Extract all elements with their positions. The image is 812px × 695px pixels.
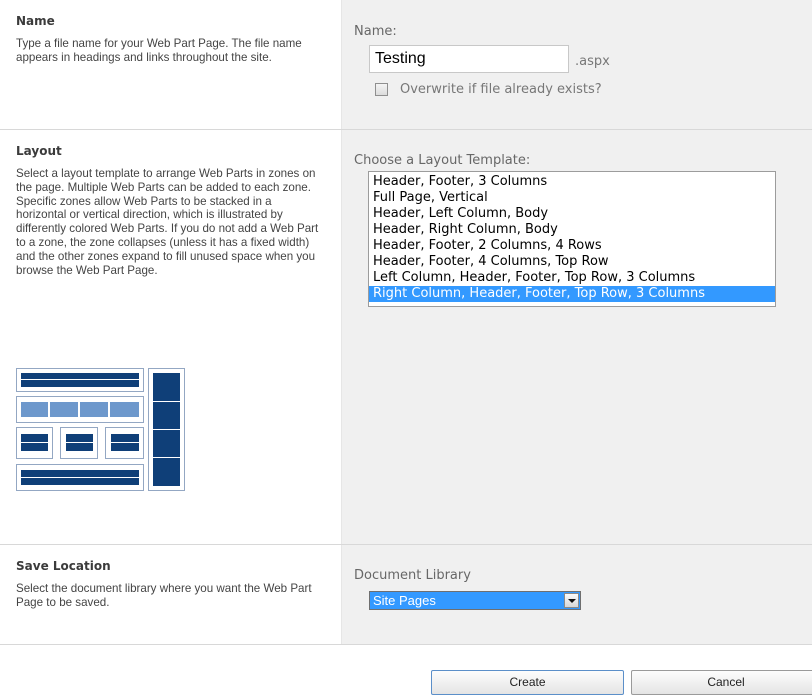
preview-top-row-zone bbox=[16, 396, 144, 423]
layout-preview-image bbox=[16, 368, 185, 496]
preview-divider bbox=[153, 457, 180, 458]
cancel-button[interactable]: Cancel bbox=[631, 670, 812, 695]
preview-divider bbox=[21, 379, 139, 380]
name-description-panel: Name Type a file name for your Web Part … bbox=[0, 0, 341, 129]
create-button[interactable]: Create bbox=[431, 670, 624, 695]
document-library-label: Document Library bbox=[354, 568, 471, 583]
layout-field-panel: Choose a Layout Template: Header, Footer… bbox=[341, 130, 812, 544]
preview-divider bbox=[21, 442, 48, 443]
preview-column-zone bbox=[60, 427, 98, 459]
layout-description-panel: Layout Select a layout template to arran… bbox=[0, 130, 341, 544]
document-library-value: Site Pages bbox=[373, 593, 436, 608]
layout-option[interactable]: Header, Footer, 4 Columns, Top Row bbox=[369, 254, 775, 270]
button-bar: Create Cancel bbox=[0, 644, 812, 695]
layout-section: Layout Select a layout template to arran… bbox=[0, 129, 812, 544]
name-section: Name Type a file name for your Web Part … bbox=[0, 0, 812, 129]
chevron-down-icon[interactable] bbox=[564, 593, 579, 608]
layout-option-selected[interactable]: Right Column, Header, Footer, Top Row, 3… bbox=[369, 286, 775, 302]
preview-header-zone bbox=[16, 368, 144, 392]
overwrite-checkbox[interactable] bbox=[375, 83, 388, 96]
save-description: Select the document library where you wa… bbox=[16, 582, 312, 609]
layout-option[interactable]: Header, Footer, 2 Columns, 4 Rows bbox=[369, 238, 775, 254]
layout-field-label: Choose a Layout Template: bbox=[354, 153, 531, 168]
layout-option[interactable]: Header, Footer, 3 Columns bbox=[369, 174, 775, 190]
file-name-input[interactable]: Testing bbox=[369, 45, 569, 73]
preview-right-column-zone bbox=[148, 368, 185, 491]
document-library-select[interactable]: Site Pages bbox=[369, 591, 581, 610]
preview-column-part bbox=[21, 434, 48, 451]
layout-option[interactable]: Header, Left Column, Body bbox=[369, 206, 775, 222]
overwrite-label: Overwrite if file already exists? bbox=[400, 82, 602, 97]
preview-divider bbox=[21, 477, 139, 478]
preview-divider bbox=[153, 429, 180, 430]
preview-header-bar bbox=[21, 373, 139, 387]
preview-divider bbox=[153, 401, 180, 402]
preview-top-part bbox=[80, 402, 108, 417]
preview-column-part bbox=[66, 434, 93, 451]
save-description-panel: Save Location Select the document librar… bbox=[0, 545, 341, 644]
preview-top-part bbox=[110, 402, 139, 417]
layout-description: Select a layout template to arrange Web … bbox=[16, 167, 319, 277]
layout-option[interactable]: Left Column, Header, Footer, Top Row, 3 … bbox=[369, 270, 775, 286]
name-field-panel: Name: Testing .aspx Overwrite if file al… bbox=[341, 0, 812, 129]
name-field-label: Name: bbox=[354, 24, 397, 39]
preview-right-column-bar bbox=[153, 373, 180, 486]
layout-heading: Layout bbox=[16, 144, 62, 158]
save-location-section: Save Location Select the document librar… bbox=[0, 544, 812, 644]
preview-column-zone bbox=[105, 427, 144, 459]
preview-column-part bbox=[111, 434, 139, 451]
preview-footer-bar bbox=[21, 470, 139, 485]
layout-template-listbox[interactable]: Header, Footer, 3 Columns Full Page, Ver… bbox=[368, 171, 776, 307]
save-field-panel: Document Library Site Pages bbox=[341, 545, 812, 644]
preview-divider bbox=[111, 442, 139, 443]
preview-top-part bbox=[50, 402, 78, 417]
name-heading: Name bbox=[16, 14, 55, 28]
layout-option[interactable]: Header, Right Column, Body bbox=[369, 222, 775, 238]
file-extension-label: .aspx bbox=[575, 54, 610, 69]
layout-option[interactable]: Full Page, Vertical bbox=[369, 190, 775, 206]
preview-divider bbox=[66, 442, 93, 443]
name-description: Type a file name for your Web Part Page.… bbox=[16, 37, 302, 64]
preview-column-zone bbox=[16, 427, 53, 459]
preview-top-part bbox=[21, 402, 48, 417]
save-heading: Save Location bbox=[16, 559, 111, 573]
preview-footer-zone bbox=[16, 464, 144, 491]
